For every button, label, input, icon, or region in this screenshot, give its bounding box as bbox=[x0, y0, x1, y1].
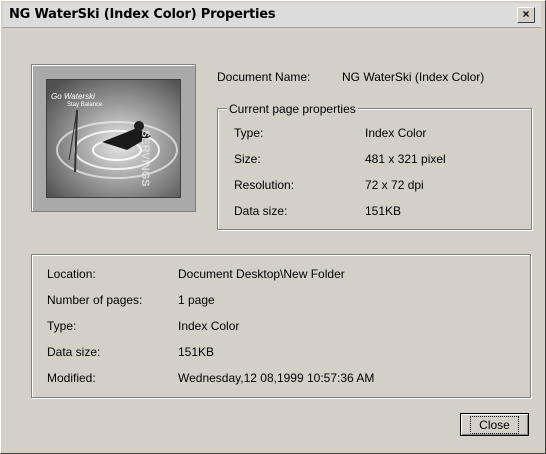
location-value: Document Desktop\New Folder bbox=[178, 267, 345, 281]
page-size-label: Size: bbox=[234, 152, 261, 166]
title-bar[interactable]: NG WaterSki (Index Color) Properties × bbox=[3, 3, 541, 28]
close-button-label: Close bbox=[470, 415, 519, 434]
number-of-pages-value: 1 page bbox=[178, 293, 215, 307]
current-page-properties-label: Current page properties bbox=[227, 102, 358, 116]
page-resolution-label: Resolution: bbox=[234, 178, 295, 192]
modified-value: Wednesday,12 08,1999 10:57:36 AM bbox=[178, 371, 375, 385]
close-icon[interactable]: × bbox=[517, 7, 535, 23]
page-data-size-value: 151KB bbox=[365, 204, 402, 218]
page-data-size-label: Data size: bbox=[234, 204, 288, 218]
waterski-thumbnail-image: Go Waterski Stay Balance SERVINGS bbox=[46, 79, 181, 198]
file-type-label: Type: bbox=[47, 319, 77, 333]
thumbnail-caption-2: Stay Balance bbox=[67, 102, 103, 108]
thumbnail-frame: Go Waterski Stay Balance SERVINGS bbox=[31, 64, 196, 212]
close-button[interactable]: Close bbox=[460, 413, 529, 436]
file-data-size-label: Data size: bbox=[47, 345, 101, 359]
thumbnail-caption-1: Go Waterski bbox=[51, 92, 95, 101]
thumbnail-vertical-text: SERVINGS bbox=[139, 130, 151, 187]
file-data-size-value: 151KB bbox=[178, 345, 215, 359]
location-label: Location: bbox=[47, 267, 96, 281]
properties-dialog: NG WaterSki (Index Color) Properties × G… bbox=[0, 0, 546, 454]
modified-label: Modified: bbox=[47, 371, 96, 385]
document-name-value: NG WaterSki (Index Color) bbox=[342, 70, 485, 84]
page-type-label: Type: bbox=[234, 126, 264, 140]
file-type-value: Index Color bbox=[178, 319, 240, 333]
number-of-pages-label: Number of pages: bbox=[47, 293, 143, 307]
window-title: NG WaterSki (Index Color) Properties bbox=[9, 7, 276, 22]
document-name-label: Document Name: bbox=[217, 70, 311, 84]
page-type-value: Index Color bbox=[365, 126, 427, 140]
page-resolution-value: 72 x 72 dpi bbox=[365, 178, 424, 192]
page-size-value: 481 x 321 pixel bbox=[365, 152, 446, 166]
